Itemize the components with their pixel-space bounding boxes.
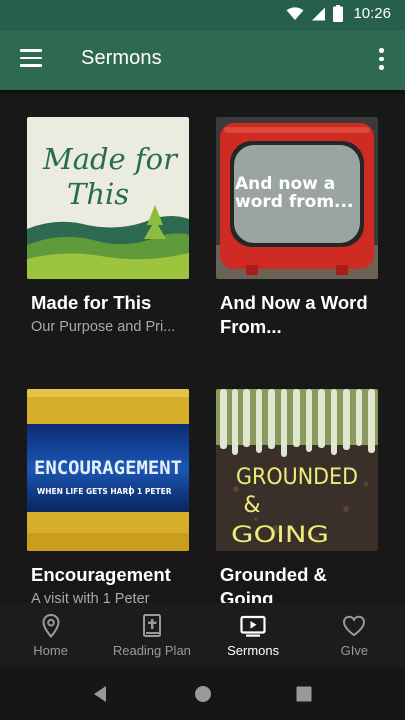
back-triangle-icon[interactable] bbox=[90, 683, 112, 705]
hamburger-menu-icon[interactable] bbox=[20, 49, 42, 67]
art-subtitle-left: WHEN LIFE GETS HARD bbox=[37, 487, 134, 496]
sermon-title: Made for This bbox=[31, 292, 152, 313]
status-time: 10:26 bbox=[353, 5, 391, 22]
nav-label: GIve bbox=[340, 643, 369, 658]
system-navigation-bar bbox=[0, 667, 405, 720]
art-title-main: ENCOURAGEMENT bbox=[34, 457, 182, 479]
art-title-line1: GROUNDED bbox=[236, 465, 358, 490]
page-title: Sermons bbox=[81, 47, 162, 69]
nav-item-sermons[interactable]: Sermons bbox=[203, 603, 304, 667]
battery-icon bbox=[333, 5, 344, 22]
sermon-artwork: Made for This bbox=[27, 117, 189, 279]
more-options-icon[interactable] bbox=[375, 48, 387, 70]
nav-label: Reading Plan bbox=[112, 643, 191, 658]
art-title-line2: word from... bbox=[235, 192, 353, 212]
sermon-title: And Now a Word From... bbox=[220, 292, 368, 337]
nav-label: Sermons bbox=[227, 643, 280, 658]
recents-square-icon[interactable] bbox=[293, 683, 315, 705]
bible-icon bbox=[142, 614, 161, 637]
heart-icon bbox=[343, 615, 366, 637]
art-title-line1: And now a bbox=[235, 174, 335, 194]
art-title-line1: Made for bbox=[42, 142, 179, 176]
art-title-line3: GOING bbox=[231, 523, 329, 548]
sermon-card-grounded-going[interactable]: GROUNDED & GOING Grounded & Going bbox=[216, 389, 378, 603]
status-bar: 10:26 bbox=[0, 0, 405, 30]
sermon-artwork: ENCOURAGEMENT WHEN LIFE GETS HARD 1 PETE… bbox=[27, 389, 189, 551]
status-icons: 10:26 bbox=[286, 5, 391, 22]
home-circle-icon[interactable] bbox=[192, 683, 214, 705]
sermon-title: Encouragement bbox=[31, 564, 171, 585]
art-title-line2: This bbox=[67, 177, 129, 211]
sermon-card-made-for-this[interactable]: Made for This Made for This Our Purpose … bbox=[27, 117, 189, 362]
screen: 10:26 Sermons Made for This Made for Thi… bbox=[0, 0, 405, 720]
sermon-card-encouragement[interactable]: ENCOURAGEMENT WHEN LIFE GETS HARD 1 PETE… bbox=[27, 389, 189, 603]
sermon-title: Grounded & Going bbox=[220, 564, 327, 603]
bottom-navigation: Home Reading Plan Sermons GIve bbox=[0, 603, 405, 667]
art-subtitle-right: 1 PETER bbox=[137, 487, 172, 496]
sermon-card-and-now-a-word[interactable]: And now a word from... And Now a Word Fr… bbox=[216, 117, 378, 362]
nav-label: Home bbox=[33, 643, 68, 658]
nav-item-home[interactable]: Home bbox=[0, 603, 101, 667]
sermon-artwork: GROUNDED & GOING bbox=[216, 389, 378, 551]
art-title-line2: & bbox=[243, 493, 260, 518]
tv-play-icon bbox=[240, 615, 266, 637]
sermon-grid: Made for This Made for This Our Purpose … bbox=[0, 90, 405, 603]
nav-item-reading-plan[interactable]: Reading Plan bbox=[101, 603, 202, 667]
wifi-icon bbox=[286, 6, 304, 20]
cell-signal-icon bbox=[312, 7, 326, 20]
location-pin-icon bbox=[42, 613, 60, 639]
nav-item-give[interactable]: GIve bbox=[304, 603, 405, 667]
sermon-subtitle: A visit with 1 Peter bbox=[31, 591, 150, 603]
sermon-subtitle: Our Purpose and Pri... bbox=[31, 319, 176, 335]
app-bar: Sermons bbox=[0, 30, 405, 90]
sermon-artwork: And now a word from... bbox=[216, 117, 378, 279]
